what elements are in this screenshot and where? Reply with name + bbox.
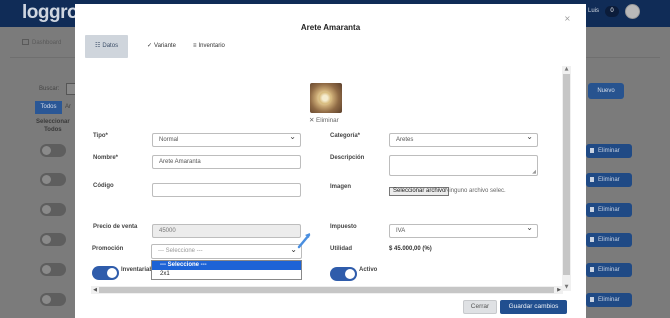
list-icon: ≡ [193,43,197,49]
resize-handle-icon[interactable]: ◢ [532,170,536,175]
breadcrumb[interactable]: Dashboard [22,39,61,46]
impuesto-select[interactable]: IVA [389,222,538,238]
tipo-label: Tipo* [93,133,108,139]
horizontal-scrollbar[interactable]: ◀ ▶ [91,286,563,294]
tab-inventario[interactable]: ≡ Inventario [183,35,235,58]
product-image [310,83,342,113]
chevron-down-icon: ⌄ [290,245,297,254]
delete-image-link[interactable]: ✕ Eliminar [309,117,339,124]
codigo-input[interactable] [152,183,301,197]
delete-label: Eliminar [598,148,620,154]
tipo-select[interactable]: Normal [152,131,301,147]
modal-tabs: ☷ Datos ✓ Variante ≡ Inventario [85,35,555,58]
scroll-up-arrow-icon[interactable]: ▲ [562,66,571,73]
tab-variante[interactable]: ✓ Variante [137,35,186,58]
tab-label: Datos [102,43,119,49]
row-toggle[interactable] [40,293,66,306]
tab-datos[interactable]: ☷ Datos [85,35,128,58]
select-file-button[interactable]: Seleccionar archivo [389,187,450,196]
scroll-right-arrow-icon[interactable]: ▶ [555,286,563,294]
user-name[interactable]: Luis [588,8,599,14]
trash-icon [590,177,594,182]
scroll-left-arrow-icon[interactable]: ◀ [91,286,99,294]
delete-button[interactable]: Eliminar [586,173,632,187]
promocion-label: Promoción [92,246,124,252]
activo-label: Activo [359,267,378,273]
file-status: Ninguno archivo selec. [445,188,506,194]
delete-button[interactable]: Eliminar [586,203,632,217]
scroll-down-arrow-icon[interactable]: ▼ [562,284,571,291]
delete-button[interactable]: Eliminar [586,233,632,247]
tab-label: Inventario [198,43,225,49]
categoria-label: Categoría* [330,133,361,139]
scrollbar-thumb[interactable] [99,287,554,293]
delete-label: Eliminar [598,267,620,273]
check-icon: ✓ [147,43,153,49]
delete-label: Eliminar [598,237,620,243]
categoria-select[interactable]: Aretes [389,131,538,147]
tab-label: Variante [154,43,176,49]
descripcion-label: Descripción [330,155,365,161]
app-logo[interactable]: loggro [22,2,79,24]
promocion-select[interactable]: --- Seleccione --- ⌄ [151,244,302,259]
row-toggle[interactable] [40,203,66,216]
save-changes-button[interactable]: Guardar cambios [500,300,567,314]
filter-todos-button[interactable]: Todos [35,101,62,114]
close-button[interactable]: Cerrar [463,300,497,314]
trash-icon [590,297,594,302]
delete-label: Eliminar [598,207,620,213]
vertical-scrollbar[interactable]: ▲ ▼ [562,66,571,291]
nombre-label: Nombre* [93,155,119,161]
codigo-label: Código [93,183,114,189]
grid-icon: ☷ [95,43,101,49]
scrollbar-thumb[interactable] [563,74,570,275]
modal-title: Arete Amaranta [300,23,361,32]
user-avatar[interactable] [625,4,640,19]
precio-input[interactable]: 45000 [152,224,301,238]
delete-label: Eliminar [598,297,620,303]
delete-button[interactable]: Eliminar [586,293,632,307]
precio-label: Precio de venta [93,224,138,230]
promocion-value: --- Seleccione --- [158,248,203,254]
dashboard-icon [22,39,29,45]
notification-badge[interactable]: 0 [605,6,619,17]
filter-other-button[interactable]: Ar [65,101,71,114]
delete-label: Eliminar [598,177,620,183]
dropdown-option[interactable]: 2x1 [152,270,301,279]
trash-icon [590,148,594,153]
select-all-text: Seleccionar Todos [36,119,70,133]
nav-dashboard-label: Dashboard [32,40,62,46]
utilidad-value: $ 45.000,00 (%) [389,246,432,252]
row-toggle[interactable] [40,144,66,157]
imagen-label: Imagen [330,184,352,190]
promocion-dropdown: --- Seleccione --- 2x1 [151,260,302,280]
utilidad-label: Utilidad [330,246,352,252]
search-label: Buscar: [39,86,60,92]
dropdown-option[interactable]: --- Seleccione --- [152,261,301,270]
close-icon[interactable]: × [564,14,571,23]
row-toggle[interactable] [40,173,66,186]
activo-toggle[interactable] [330,267,357,281]
impuesto-label: Impuesto [330,224,357,230]
row-toggle[interactable] [40,233,66,246]
row-toggle[interactable] [40,263,66,276]
inventariable-toggle[interactable] [92,266,119,280]
pointer-arrow-icon [297,233,311,249]
delete-button[interactable]: Eliminar [586,144,632,158]
new-button[interactable]: Nuevo [588,83,624,99]
nombre-input[interactable]: Arete Amaranta [152,155,301,169]
select-all-label: Seleccionar Todos [36,118,70,134]
descripcion-textarea[interactable]: ◢ [389,155,538,176]
trash-icon [590,237,594,242]
trash-icon [590,267,594,272]
trash-icon [590,207,594,212]
delete-button[interactable]: Eliminar [586,263,632,277]
